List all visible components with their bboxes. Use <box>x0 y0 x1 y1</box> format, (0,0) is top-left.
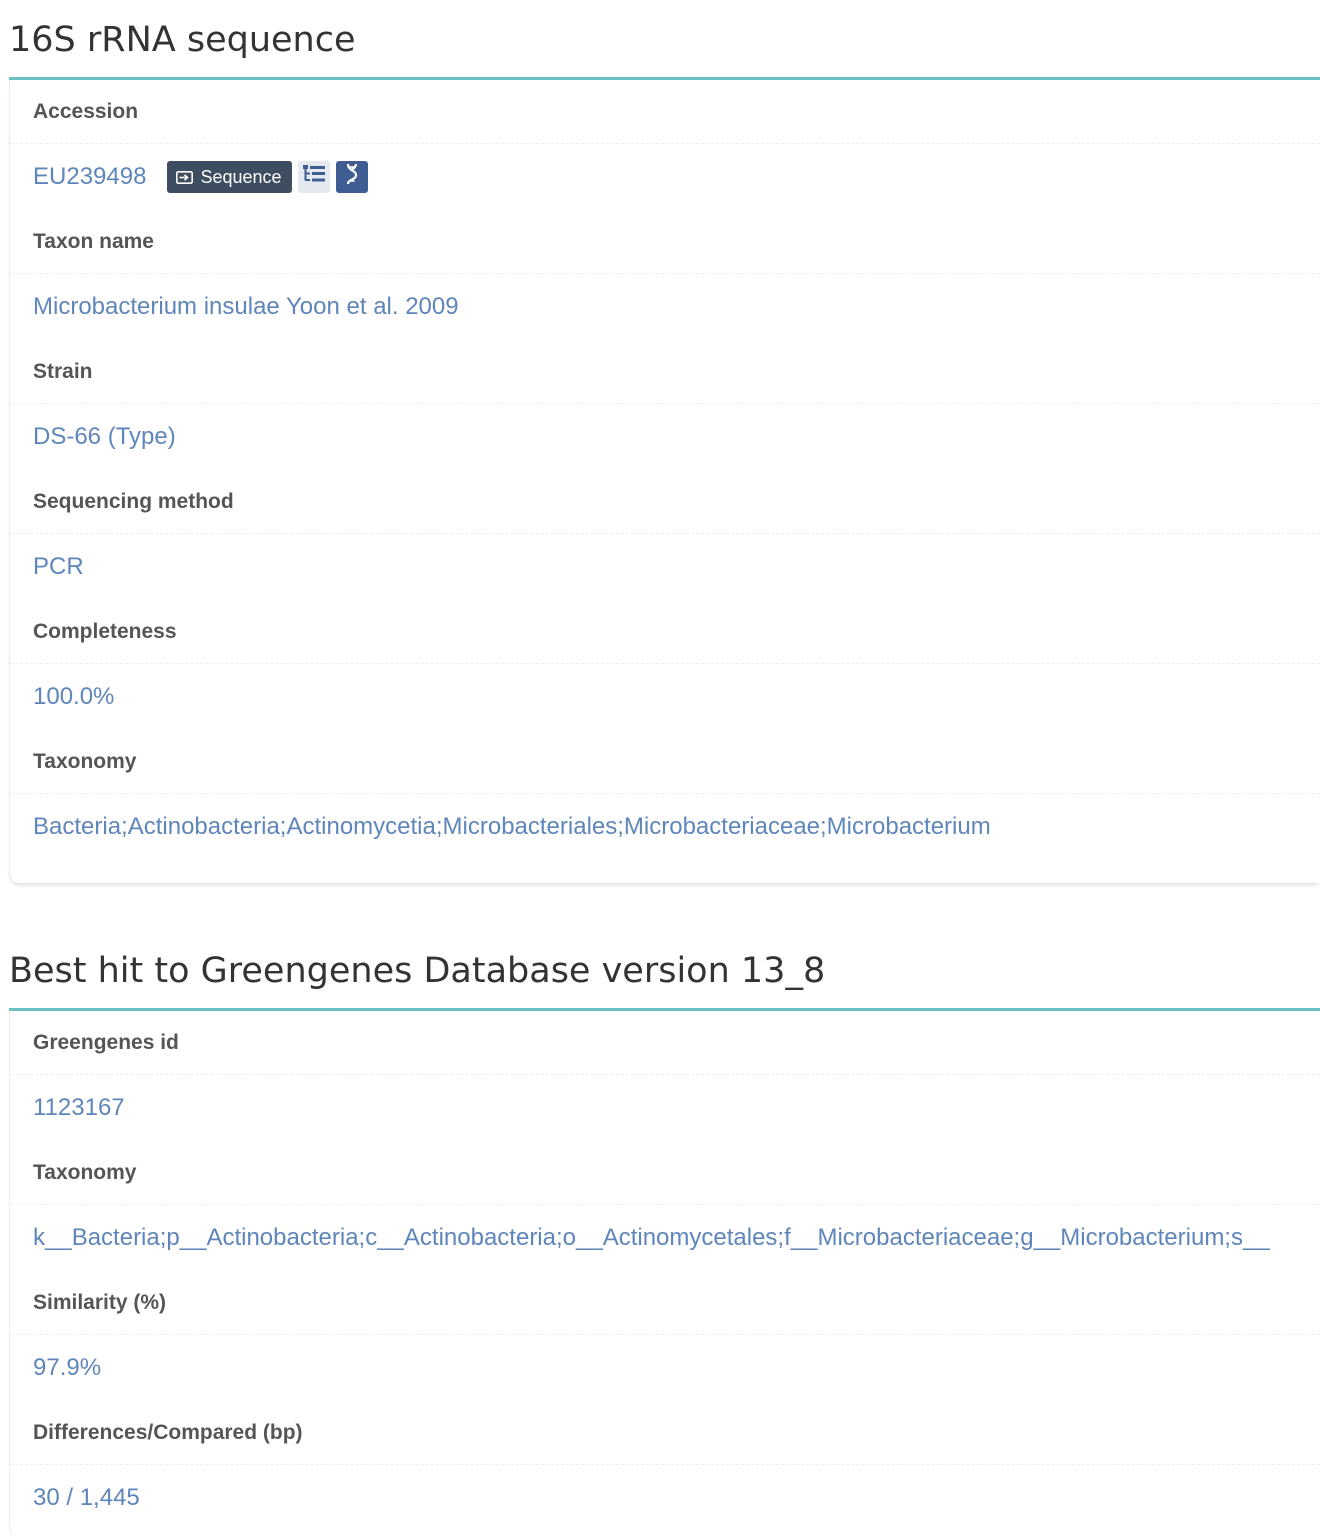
greengenes-taxonomy-row: k__Bacteria;p__Actinobacteria;c__Actinob… <box>10 1205 1320 1271</box>
greengenes-id-row: 1123167 <box>10 1075 1320 1141</box>
strain-label: Strain <box>10 340 1320 404</box>
completeness-value: 100.0% <box>33 683 115 710</box>
sequencing-method-row: PCR <box>10 534 1320 600</box>
accession-link[interactable]: EU239498 <box>33 163 146 191</box>
differences-value: 30 / 1,445 <box>33 1484 140 1511</box>
differences-row: 30 / 1,445 <box>10 1465 1320 1531</box>
sequence-button-label: Sequence <box>200 166 282 187</box>
differences-label: Differences/Compared (bp) <box>10 1401 1320 1465</box>
accession-row: EU239498 Sequence <box>10 144 1320 210</box>
strain-row: DS-66 (Type) <box>10 404 1320 470</box>
greengenes-id-value: 1123167 <box>33 1094 125 1121</box>
accession-label: Accession <box>10 80 1320 144</box>
taxon-name-link[interactable]: Microbacterium insulae Yoon et al. 2009 <box>33 293 459 321</box>
greengenes-taxonomy-value: k__Bacteria;p__Actinobacteria;c__Actinob… <box>33 1224 1270 1251</box>
taxonomy-label: Taxonomy <box>10 730 1320 794</box>
strain-link[interactable]: DS-66 (Type) <box>33 423 176 451</box>
taxonomy-tree-button[interactable] <box>297 161 330 193</box>
taxonomy-row: Bacteria;Actinobacteria;Actinomycetia;Mi… <box>10 794 1320 860</box>
completeness-label: Completeness <box>10 600 1320 664</box>
sequencing-method-label: Sequencing method <box>10 470 1320 534</box>
tree-list-icon <box>302 163 326 191</box>
completeness-row: 100.0% <box>10 664 1320 730</box>
sequencing-method-value: PCR <box>33 553 84 580</box>
taxonomy-value: Bacteria;Actinobacteria;Actinomycetia;Mi… <box>33 813 991 840</box>
similarity-value: 97.9% <box>33 1354 102 1381</box>
sequence-export-icon <box>176 170 194 184</box>
greengenes-id-label: Greengenes id <box>10 1011 1320 1075</box>
sequence-button[interactable]: Sequence <box>167 161 292 193</box>
greengenes-taxonomy-label: Taxonomy <box>10 1141 1320 1205</box>
taxon-name-row: Microbacterium insulae Yoon et al. 2009 <box>10 274 1320 340</box>
similarity-label: Similarity (%) <box>10 1271 1320 1335</box>
taxon-name-label: Taxon name <box>10 210 1320 274</box>
similarity-row: 97.9% <box>10 1335 1320 1401</box>
rrna-details-card: Accession EU239498 Sequence Taxon name M… <box>9 80 1320 883</box>
dna-button[interactable] <box>335 161 368 193</box>
rrna-section-title: 16S rRNA sequence <box>9 20 356 60</box>
greengenes-section-title: Best hit to Greengenes Database version … <box>9 951 826 991</box>
greengenes-details-card: Greengenes id 1123167 Taxonomy k__Bacter… <box>9 1011 1320 1536</box>
dna-helix-icon <box>343 162 361 193</box>
